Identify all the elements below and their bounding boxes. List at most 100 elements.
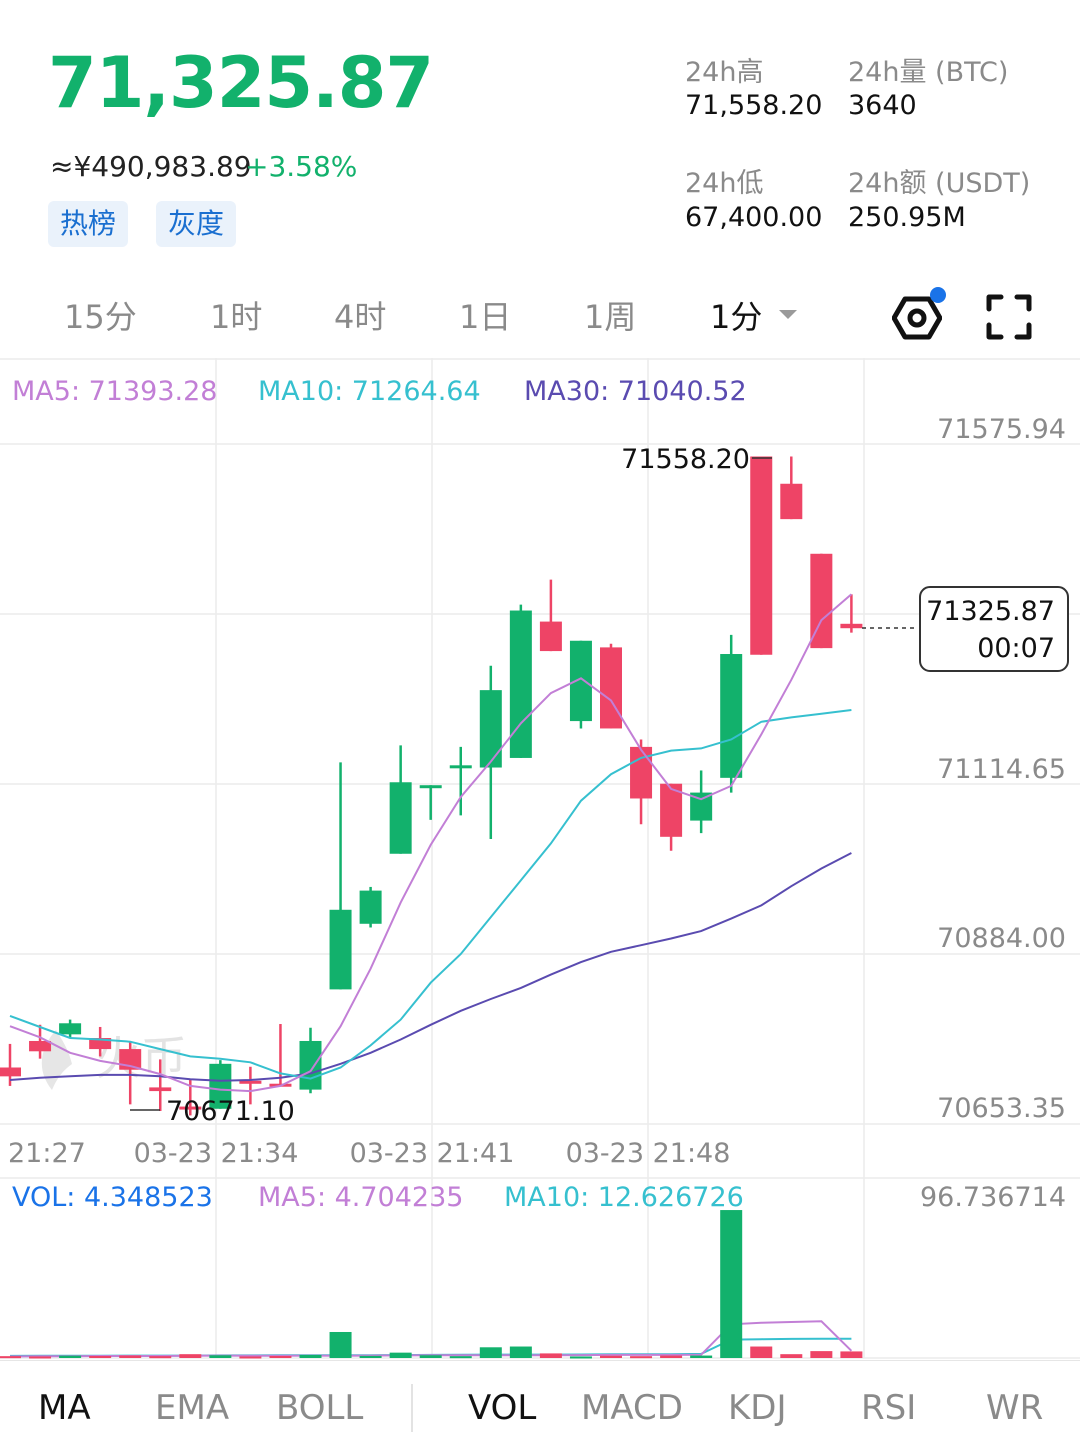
volume-bar	[840, 1351, 863, 1358]
notification-dot	[930, 287, 946, 303]
stat-low-value: 67,400.00	[685, 202, 823, 233]
stat-high-label: 24h高	[685, 57, 764, 88]
indicator-kdj[interactable]: KDJ	[728, 1388, 787, 1428]
min-price-label: 70671.10	[166, 1096, 295, 1127]
volume-bar	[239, 1356, 262, 1359]
stat-amount-label: 24h额 (USDT)	[848, 168, 1031, 199]
indicator-wr[interactable]: WR	[986, 1388, 1043, 1428]
candle-body	[720, 654, 743, 778]
last-price: 71,325.87	[48, 42, 434, 124]
volume-bar	[59, 1355, 82, 1358]
ma30-label: MA30: 71040.52	[524, 376, 747, 407]
volume-bar	[810, 1351, 833, 1358]
candle-body	[29, 1040, 52, 1052]
candlestick-chart[interactable]: 火币 MA5: 71393.28 MA10: 71264.64 MA30: 71…	[0, 358, 1080, 1360]
countdown-timer: 00:07	[977, 633, 1055, 664]
candle-body	[389, 782, 412, 854]
volume-bar	[720, 1210, 743, 1358]
candle-body	[359, 890, 382, 924]
candle-body	[149, 1087, 172, 1092]
volume-bar	[660, 1355, 683, 1358]
candle-body	[449, 765, 472, 769]
volume-bar	[329, 1331, 352, 1358]
candle-body	[600, 647, 622, 729]
volume-bar	[269, 1356, 292, 1359]
tab-1hour[interactable]: 1时	[210, 292, 262, 338]
candle-body	[239, 1080, 262, 1084]
volume-bar	[449, 1356, 472, 1359]
candle-body	[780, 483, 803, 520]
volume-bar	[359, 1355, 382, 1358]
stat-amount-value: 250.95M	[848, 202, 966, 233]
volume-bar	[0, 1356, 21, 1359]
candle-body	[329, 909, 352, 990]
volume-bar	[630, 1356, 653, 1359]
tag-grayscale[interactable]: 灰度	[156, 201, 237, 247]
tab-4hour[interactable]: 4时	[334, 292, 386, 338]
y-tick: 70884.00	[937, 923, 1066, 954]
volume-bar	[569, 1356, 592, 1359]
tab-1min[interactable]: 1分	[710, 292, 762, 338]
ma5-label: MA5: 71393.28	[12, 376, 217, 407]
max-price-label: 71558.20	[621, 444, 750, 475]
volume-bar	[179, 1354, 202, 1358]
tab-1week[interactable]: 1周	[584, 292, 636, 338]
volume-bar	[209, 1355, 232, 1358]
current-price-value: 71325.87	[926, 596, 1055, 627]
volume-bar	[780, 1354, 803, 1358]
vol-ma10-label: MA10: 12.626726	[504, 1182, 744, 1213]
indicator-boll[interactable]: BOLL	[276, 1388, 363, 1428]
y-tick: 70653.35	[937, 1093, 1066, 1124]
stat-volume-label: 24h量 (BTC)	[848, 57, 1009, 88]
tag-hot-list[interactable]: 热榜	[48, 201, 129, 247]
x-tick: 21:27	[8, 1138, 86, 1169]
indicator-ma[interactable]: MA	[38, 1388, 91, 1428]
volume-bar	[750, 1346, 773, 1358]
volume-bar	[389, 1352, 412, 1358]
candle-body	[419, 785, 442, 789]
vol-label: VOL: 4.348523	[12, 1182, 213, 1213]
stat-high-value: 71,558.20	[685, 90, 823, 121]
volume-bar	[149, 1356, 172, 1359]
indicator-ema[interactable]: EMA	[155, 1388, 229, 1428]
change-percent: +3.58%	[245, 150, 358, 183]
volume-bar	[89, 1356, 112, 1359]
tab-15min[interactable]: 15分	[64, 292, 137, 338]
vol-max-label: 96.736714	[920, 1182, 1066, 1213]
candle-body	[630, 746, 653, 799]
indicator-rsi[interactable]: RSI	[861, 1388, 916, 1428]
candle-body	[539, 621, 562, 652]
y-tick: 71575.94	[937, 414, 1066, 445]
candle-body	[59, 1023, 82, 1035]
volume-bar	[299, 1354, 322, 1358]
volume-bar	[29, 1356, 52, 1359]
volume-bar	[539, 1353, 562, 1358]
candle-body	[0, 1067, 21, 1077]
candle-body	[299, 1040, 322, 1090]
volume-bar	[690, 1355, 713, 1358]
y-tick: 71114.65	[937, 754, 1066, 785]
cny-price: ≈¥490,983.89	[50, 150, 252, 183]
ma10-label: MA10: 71264.64	[258, 376, 481, 407]
x-tick: 03-23 21:48	[566, 1138, 731, 1169]
chevron-down-icon[interactable]	[779, 310, 797, 319]
indicator-macd[interactable]: MACD	[581, 1388, 683, 1428]
volume-bar	[509, 1346, 532, 1358]
volume-bar	[600, 1355, 622, 1358]
volume-bar	[419, 1355, 442, 1358]
volume-bar	[479, 1347, 502, 1358]
stat-low-label: 24h低	[685, 168, 764, 199]
huobi-logo-icon	[41, 1030, 72, 1090]
tab-1day[interactable]: 1日	[459, 292, 511, 338]
vol-ma5-label: MA5: 4.704235	[258, 1182, 463, 1213]
fullscreen-icon[interactable]	[986, 294, 1032, 340]
candle-body	[840, 623, 863, 629]
indicator-vol[interactable]: VOL	[468, 1388, 536, 1428]
candle-body	[750, 456, 773, 655]
candle-body	[509, 610, 532, 758]
candle-body	[569, 640, 592, 722]
candle-body	[479, 690, 502, 768]
x-tick: 03-23 21:41	[350, 1138, 515, 1169]
indicator-divider	[411, 1384, 413, 1432]
volume-bar	[119, 1355, 142, 1358]
